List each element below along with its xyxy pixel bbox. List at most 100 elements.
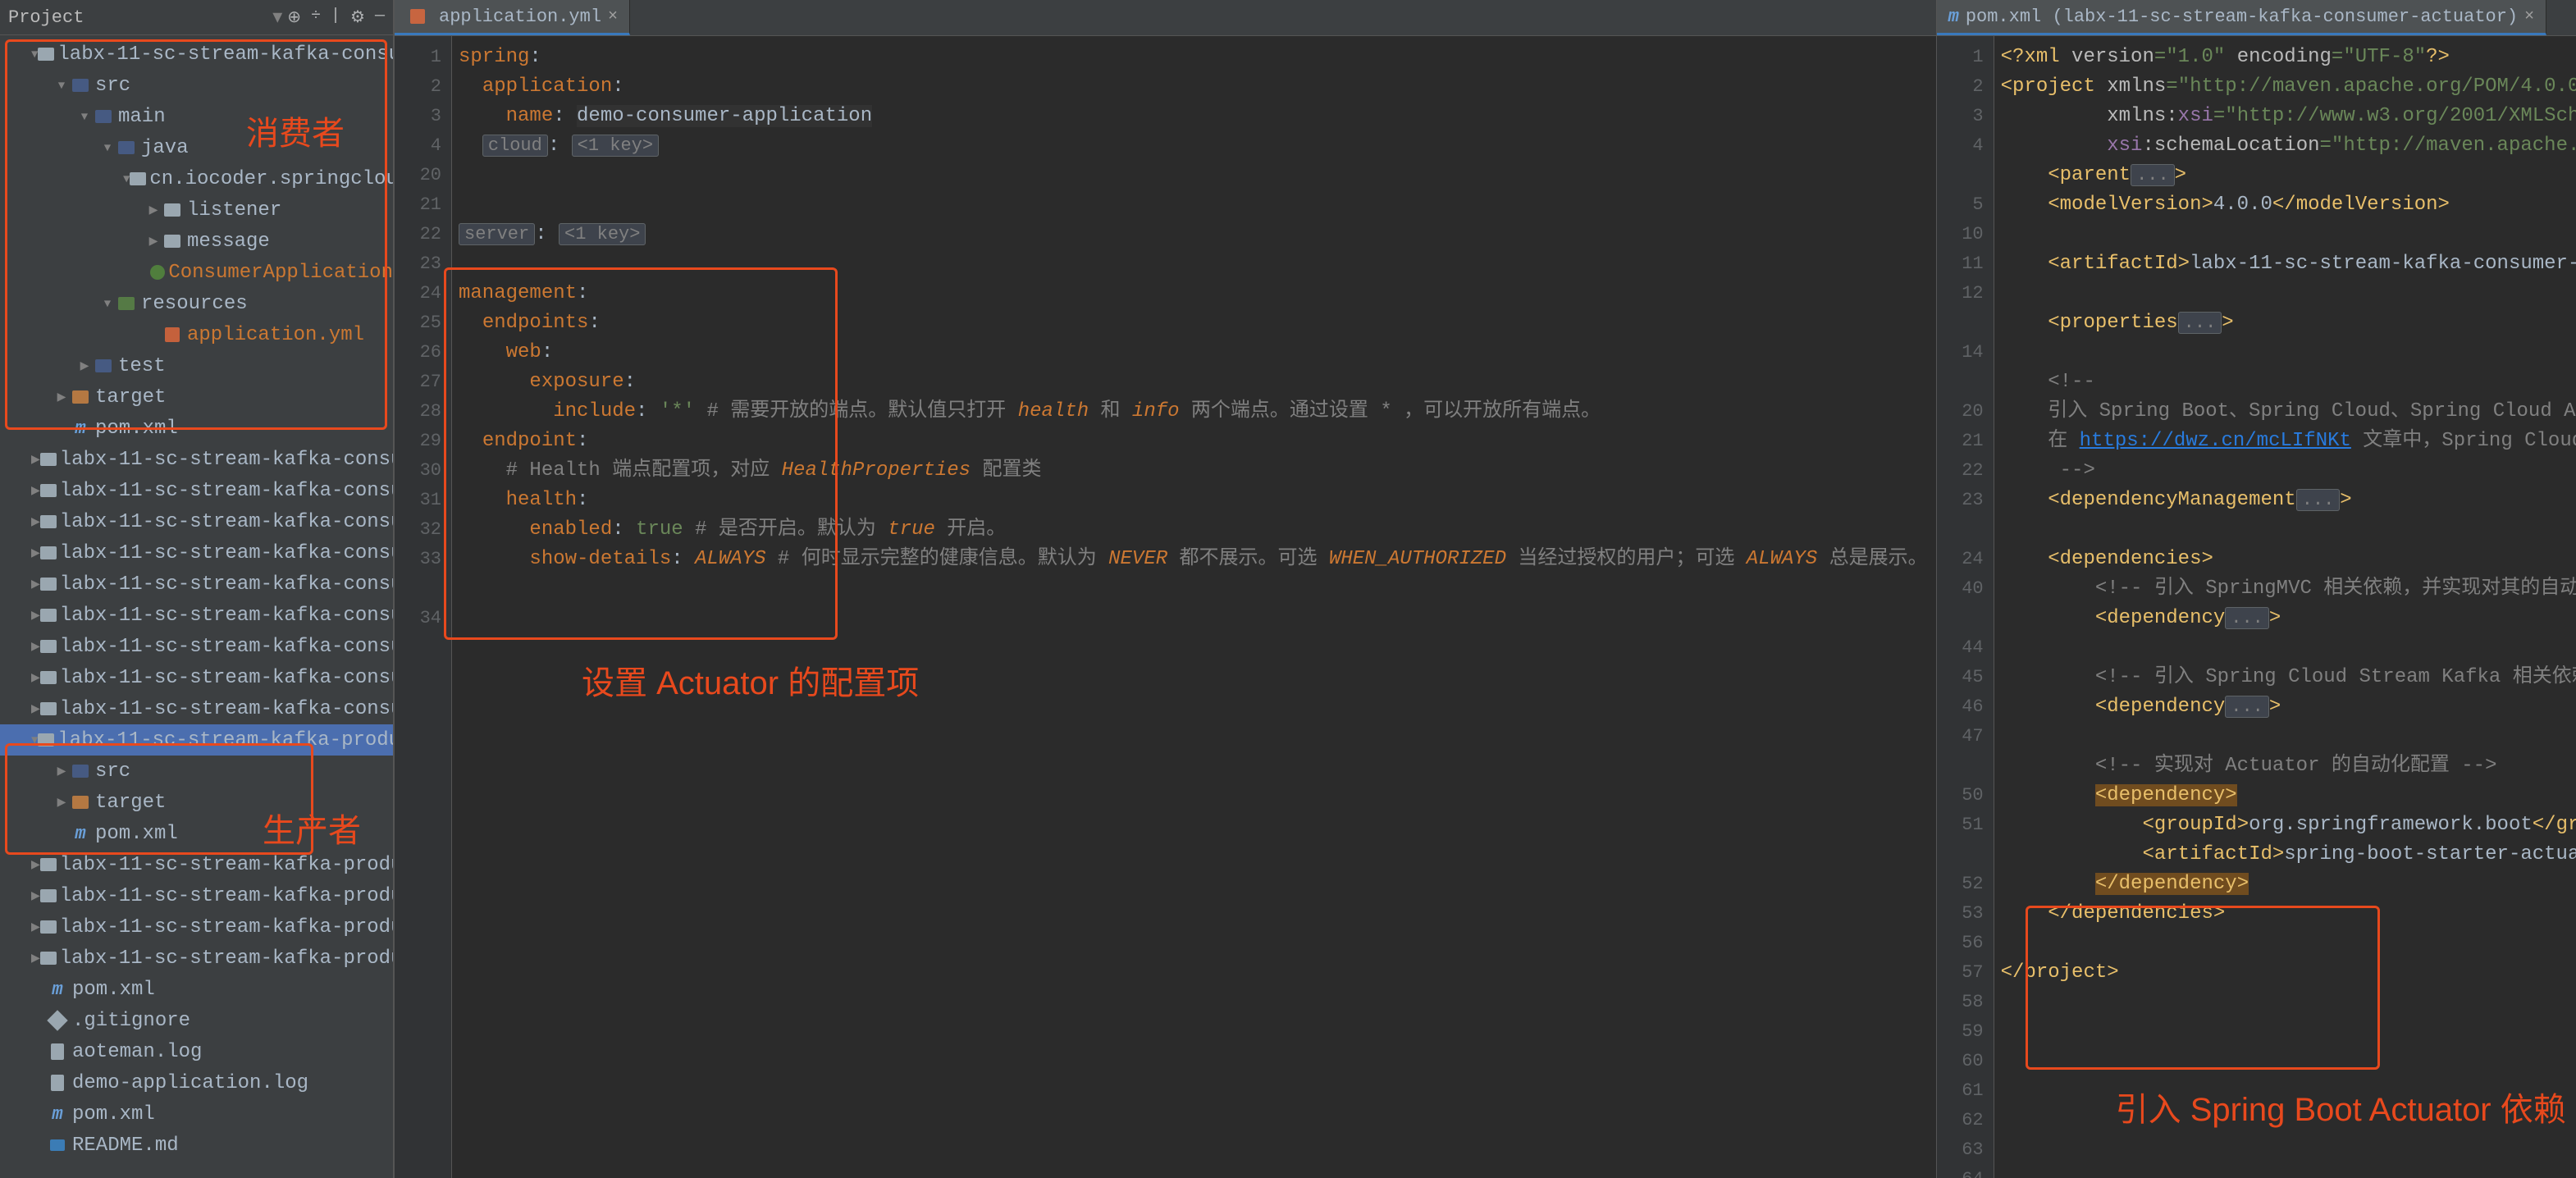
expand-arrow[interactable] (31, 919, 40, 935)
folder-icon (115, 294, 138, 313)
tree-label: labx-11-sc-stream-kafka-producer-actuato… (57, 729, 393, 751)
expand-arrow[interactable] (77, 358, 92, 374)
expand-arrow[interactable] (54, 389, 69, 405)
expand-arrow[interactable] (54, 794, 69, 810)
expand-arrow[interactable] (77, 108, 92, 125)
tree-item[interactable]: labx-11-sc-stream-kafka-producer-demo (0, 880, 393, 911)
tree-item[interactable]: labx-11-sc-stream-kafka-producer-batch (0, 849, 393, 880)
expand-arrow[interactable] (31, 701, 40, 717)
module-icon (40, 917, 57, 937)
code-pom[interactable]: <?xml version="1.0" encoding="UTF-8"?> <… (1994, 36, 2576, 1178)
collapse-icon[interactable]: ÷ (311, 7, 321, 28)
module-icon (40, 543, 57, 563)
close-icon[interactable]: × (608, 7, 618, 26)
tree-item[interactable]: target (0, 381, 393, 413)
expand-arrow[interactable] (31, 482, 40, 499)
hide-icon[interactable]: — (375, 7, 385, 28)
target-icon[interactable]: ⊕ (287, 7, 301, 28)
module-icon (38, 730, 54, 750)
expand-arrow[interactable] (54, 77, 69, 94)
tab-pom-xml[interactable]: m pom.xml (labx-11-sc-stream-kafka-consu… (1937, 0, 2547, 35)
project-label[interactable]: Project (8, 7, 272, 28)
expand-arrow[interactable] (31, 888, 40, 904)
tree-label: cn.iocoder.springcloud.labx11.kafkademo.… (149, 168, 393, 190)
tree-label: java (141, 137, 189, 159)
tree-item[interactable]: main (0, 101, 393, 132)
expand-arrow[interactable] (146, 233, 161, 249)
gear-icon[interactable]: ⚙ (350, 7, 365, 28)
tree-label: labx-11-sc-stream-kafka-consumer-batch (60, 449, 393, 471)
gutter[interactable]: 1234202122232425262728293031323334 (395, 36, 452, 1178)
tab-application-yml[interactable]: application.yml × (395, 0, 630, 35)
tree-item[interactable]: .gitignore (0, 1005, 393, 1036)
tree-item[interactable]: labx-11-sc-stream-kafka-consumer-retry (0, 662, 393, 693)
tree-item[interactable]: mpom.xml (0, 1098, 393, 1130)
tree-item[interactable]: labx-11-sc-stream-kafka-consumer-broadca… (0, 475, 393, 506)
expand-arrow[interactable] (100, 139, 115, 156)
expand-arrow[interactable] (31, 46, 38, 62)
expand-arrow[interactable] (31, 607, 40, 623)
tree-item[interactable]: src (0, 70, 393, 101)
folder-icon (161, 200, 184, 220)
tree-item[interactable]: labx-11-sc-stream-kafka-consumer-error-h… (0, 568, 393, 600)
tree-item[interactable]: labx-11-sc-stream-kafka-consumer-filter (0, 600, 393, 631)
expand-arrow[interactable] (31, 950, 40, 966)
expand-arrow[interactable] (31, 669, 40, 686)
tree-item[interactable]: resources (0, 288, 393, 319)
expand-arrow[interactable] (31, 732, 38, 748)
right-gutter[interactable] (1928, 36, 1936, 1178)
expand-arrow[interactable] (31, 638, 40, 655)
tree-item[interactable]: message (0, 226, 393, 257)
expand-arrow[interactable] (31, 856, 40, 873)
tree-label: test (118, 355, 166, 377)
project-tree[interactable]: labx-11-sc-stream-kafka-consumer-actuato… (0, 35, 393, 1178)
expand-arrow[interactable] (146, 202, 161, 218)
tree-item[interactable]: mpom.xml (0, 974, 393, 1005)
tree-item[interactable]: aoteman.log (0, 1036, 393, 1067)
tree-item[interactable]: mpom.xml (0, 413, 393, 444)
expand-arrow[interactable] (31, 576, 40, 592)
tree-item[interactable]: labx-11-sc-stream-kafka-consumer-batch (0, 444, 393, 475)
dropdown-icon[interactable]: ▾ (272, 5, 282, 30)
pom-tabs: m pom.xml (labx-11-sc-stream-kafka-consu… (1937, 0, 2576, 36)
maven-icon: m (69, 824, 92, 843)
tree-item[interactable]: application.yml (0, 319, 393, 350)
tree-item[interactable]: labx-11-sc-stream-kafka-producer-actuato… (0, 724, 393, 756)
folder-icon (115, 138, 138, 158)
expand-arrow[interactable] (100, 295, 115, 312)
tree-item[interactable]: src (0, 756, 393, 787)
tree-item[interactable]: README.md (0, 1130, 393, 1161)
expand-arrow[interactable] (31, 451, 40, 468)
close-icon[interactable]: × (2524, 7, 2534, 26)
tree-item[interactable]: labx-11-sc-stream-kafka-producer-partiti… (0, 911, 393, 943)
tree-label: labx-11-sc-stream-kafka-producer-partiti… (60, 916, 393, 938)
tree-item[interactable]: ConsumerApplication (0, 257, 393, 288)
tree-item[interactable]: demo-application.log (0, 1067, 393, 1098)
maven-icon: m (46, 1104, 69, 1124)
tree-item[interactable]: labx-11-sc-stream-kafka-consumer-actuato… (0, 39, 393, 70)
tree-item[interactable]: labx-11-sc-stream-kafka-consumer-concurr… (0, 506, 393, 537)
expand-arrow[interactable] (123, 171, 130, 187)
tree-item[interactable]: labx-11-sc-stream-kafka-producer-transac… (0, 943, 393, 974)
tree-item[interactable]: mpom.xml (0, 818, 393, 849)
module-icon (40, 450, 57, 469)
tree-item[interactable]: cn.iocoder.springcloud.labx11.kafkademo.… (0, 163, 393, 194)
tree-item[interactable]: labx-11-sc-stream-kafka-consumer-demo (0, 537, 393, 568)
code-yml[interactable]: spring: application: name: demo-consumer… (452, 36, 1928, 1178)
gutter[interactable]: 1234510111214202122232440444546475051525… (1937, 36, 1994, 1178)
folder-icon (69, 387, 92, 407)
tree-item[interactable]: test (0, 350, 393, 381)
maven-icon: m (46, 979, 69, 999)
git-icon (46, 1011, 69, 1030)
expand-arrow[interactable] (31, 514, 40, 530)
tree-item[interactable]: labx-11-sc-stream-kafka-consumer-transac… (0, 693, 393, 724)
tree-item[interactable]: target (0, 787, 393, 818)
expand-arrow[interactable] (31, 545, 40, 561)
expand-arrow[interactable] (54, 763, 69, 779)
tree-item[interactable]: listener (0, 194, 393, 226)
tree-label: ConsumerApplication (168, 262, 393, 284)
tree-item[interactable]: java (0, 132, 393, 163)
tree-label: labx-11-sc-stream-kafka-producer-transac… (60, 947, 393, 970)
tree-item[interactable]: labx-11-sc-stream-kafka-consumer-partiti… (0, 631, 393, 662)
file-icon (46, 1073, 69, 1093)
